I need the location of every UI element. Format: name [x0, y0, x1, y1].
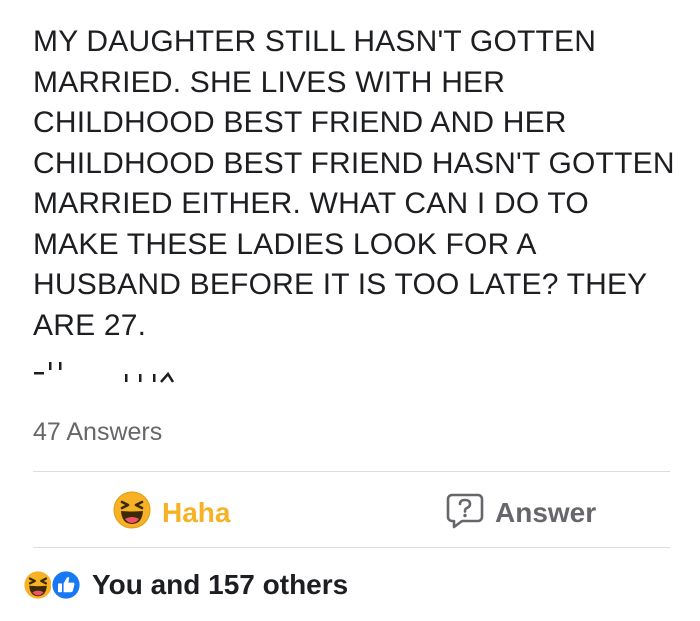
answer-label: Answer [495, 496, 597, 528]
action-bar: Haha Answer [0, 478, 700, 546]
laughing-emoji-icon [112, 490, 152, 535]
reactions-text: You and 157 others [92, 569, 349, 600]
divider [33, 471, 670, 472]
answer-button[interactable]: Answer [445, 490, 596, 535]
divider [33, 547, 670, 548]
question-bubble-icon [445, 490, 485, 535]
post-line: MAKE THESE LADIES LOOK FOR A [33, 227, 537, 261]
haha-label: Haha [162, 496, 231, 528]
reaction-icons [22, 565, 88, 605]
post-line: HUSBAND BEFORE IT IS TOO LATE? THEY [33, 268, 648, 301]
post-line: ARE 27. [33, 308, 147, 342]
post-line: MARRIED EITHER. WHAT CAN I DO TO [33, 187, 589, 220]
post-line: MY DAUGHTER STILL HASN'T GOTTEN [33, 25, 597, 58]
reactions-summary[interactable]: You and 157 others [22, 565, 348, 605]
answers-count[interactable]: 47 Answers [33, 418, 162, 447]
like-thumb-icon [50, 569, 82, 606]
post-line: CHILDHOOD BEST FRIEND AND HER [33, 106, 567, 139]
post-line: CHILDHOOD BEST FRIEND HASN'T GOTTEN [33, 146, 675, 180]
cropped-text-fragment [34, 362, 175, 383]
haha-button[interactable]: Haha [112, 490, 230, 535]
cropped-signature-line [33, 360, 193, 384]
post-body: MY DAUGHTER STILL HASN'T GOTTEN MARRIED.… [33, 22, 683, 346]
post-line: MARRIED. SHE LIVES WITH HER [33, 65, 506, 99]
